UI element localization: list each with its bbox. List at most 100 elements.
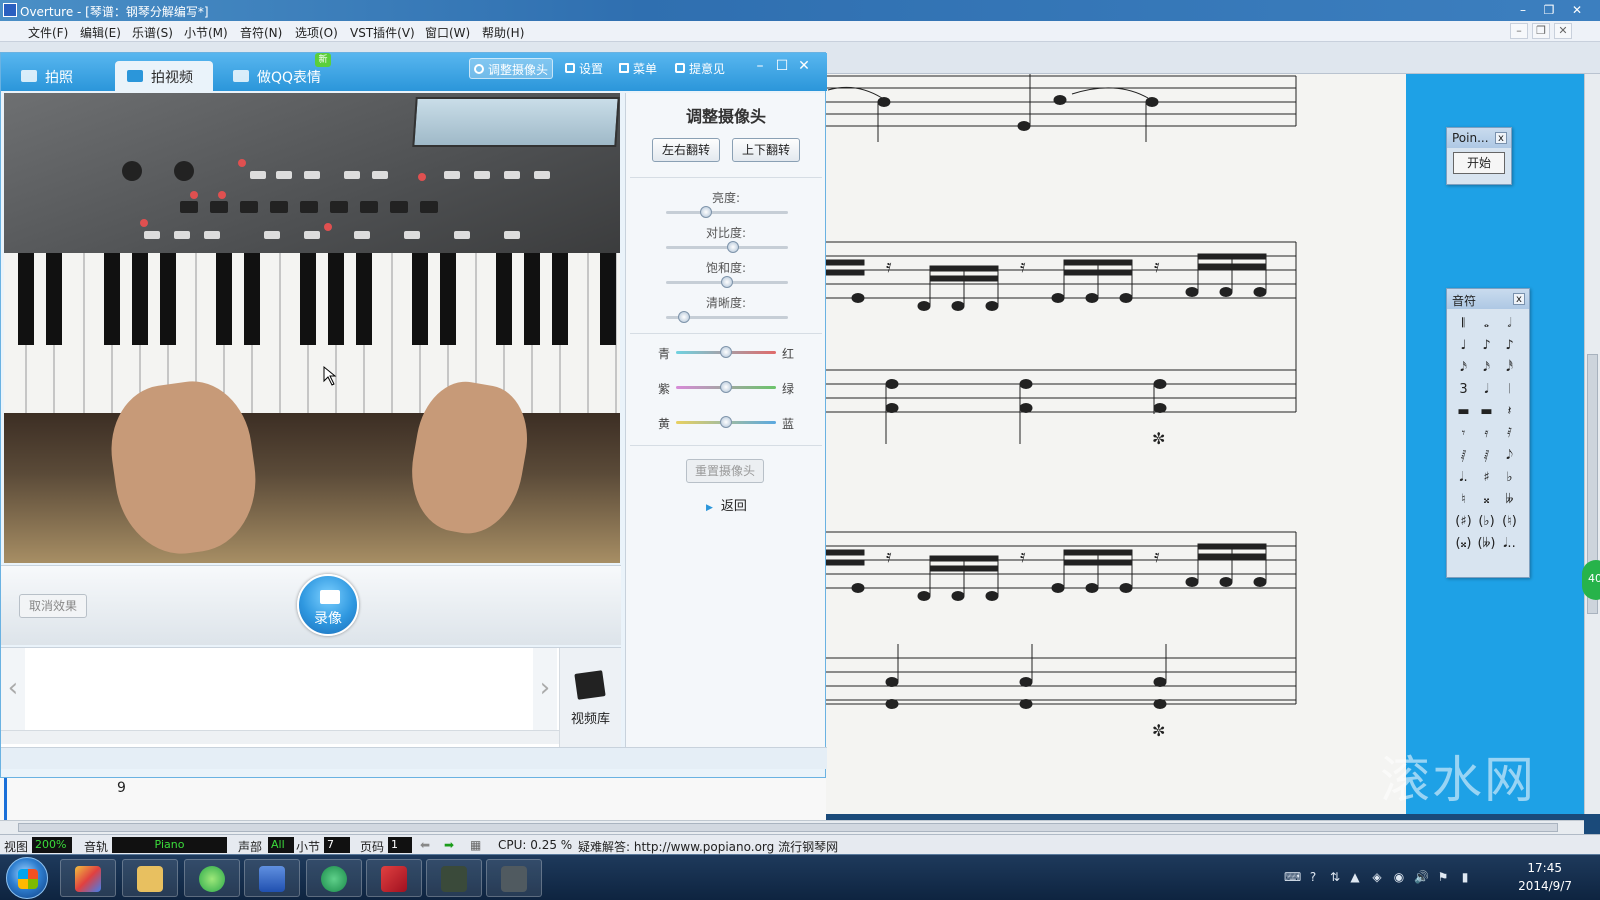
vertical-scrollbar[interactable]	[1584, 74, 1600, 814]
note-symbol-30[interactable]: (𝄪)	[1452, 533, 1475, 555]
menu-options[interactable]: 选项(O)	[295, 24, 338, 41]
note-symbol-29[interactable]: (♮)	[1498, 511, 1521, 533]
hscroll-thumb[interactable]	[18, 823, 1558, 832]
note-symbol-28[interactable]: (♭)	[1475, 511, 1498, 533]
note-symbol-24[interactable]: ♮	[1452, 489, 1475, 511]
page-field[interactable]: 1	[388, 837, 412, 853]
prev-page-icon[interactable]: ⬅	[420, 838, 430, 852]
zoom-select[interactable]: 200%	[32, 837, 72, 853]
note-symbol-11[interactable]: 𝄀	[1498, 379, 1521, 401]
record-button[interactable]: 录像	[297, 574, 359, 636]
note-symbol-19[interactable]: 𝅁	[1475, 445, 1498, 467]
clock-time[interactable]: 17:45	[1527, 861, 1562, 875]
qq-maximize-button[interactable]: ☐	[773, 57, 791, 75]
note-symbol-6[interactable]: 𝅘𝅥𝅯	[1452, 357, 1475, 379]
mdi-restore-button[interactable]: ❐	[1532, 23, 1550, 39]
close-button[interactable]: ✕	[1566, 2, 1588, 18]
feedback-button[interactable]: 提意见	[671, 58, 729, 79]
horizontal-scrollbar[interactable]	[0, 820, 1584, 834]
video-library-button[interactable]: 视频库	[559, 648, 621, 748]
note-symbol-13[interactable]: ▬	[1475, 401, 1498, 423]
note-symbol-8[interactable]: 𝅘𝅥𝅰	[1498, 357, 1521, 379]
note-symbol-26[interactable]: 𝄫	[1498, 489, 1521, 511]
brightness-knob[interactable]	[700, 206, 713, 218]
menu-help[interactable]: 帮助(H)	[482, 24, 524, 41]
taskbar-explorer[interactable]	[122, 859, 178, 897]
menu-score[interactable]: 乐谱(S)	[132, 24, 173, 41]
menu-vst[interactable]: VST插件(V)	[350, 24, 415, 41]
note-symbol-3[interactable]: ♩	[1452, 335, 1475, 357]
minimize-button[interactable]: –	[1512, 2, 1534, 18]
taskbar-overture[interactable]	[244, 859, 300, 897]
flip-vertical-button[interactable]: 上下翻转	[732, 138, 800, 162]
mdi-minimize-button[interactable]: –	[1510, 23, 1528, 39]
cyan-red-knob[interactable]	[720, 346, 732, 358]
qq-minimize-button[interactable]: –	[751, 57, 769, 75]
note-symbol-21[interactable]: 𝅘𝅥.	[1452, 467, 1475, 489]
next-page-icon[interactable]: ➡	[444, 838, 454, 852]
measure-field[interactable]: 7	[324, 837, 350, 853]
note-symbol-1[interactable]: 𝅝	[1475, 313, 1498, 335]
shield-icon[interactable]: ◈	[1370, 870, 1384, 884]
taskbar-paint[interactable]	[60, 859, 116, 897]
point-start-button[interactable]: 开始	[1453, 152, 1505, 174]
note-symbol-2[interactable]: 𝅗𝅥	[1498, 313, 1521, 335]
note-symbol-10[interactable]: 𝅘𝅥	[1475, 379, 1498, 401]
taskbar-browser[interactable]	[184, 859, 240, 897]
grid-icon[interactable]: ▦	[470, 838, 481, 852]
side-badge[interactable]: 40	[1582, 560, 1600, 600]
menu-edit[interactable]: 编辑(E)	[80, 24, 121, 41]
note-symbol-27[interactable]: (♯)	[1452, 511, 1475, 533]
menu-file[interactable]: 文件(F)	[28, 24, 68, 41]
note-symbol-32[interactable]: 𝅘𝅥..	[1498, 533, 1521, 555]
note-symbol-7[interactable]: 𝅘𝅥𝅯	[1475, 357, 1498, 379]
ime-icon[interactable]: ◉	[1392, 870, 1406, 884]
note-symbol-18[interactable]: 𝅁	[1452, 445, 1475, 467]
taskbar-camera[interactable]	[306, 859, 362, 897]
thumbs-next-button[interactable]: ›	[533, 648, 557, 730]
note-symbol-25[interactable]: 𝄪	[1475, 489, 1498, 511]
note-symbol-22[interactable]: ♯	[1475, 467, 1498, 489]
note-symbol-12[interactable]: ▬	[1452, 401, 1475, 423]
note-symbol-17[interactable]: 𝅀	[1498, 423, 1521, 445]
taskbar-app-7[interactable]	[426, 859, 482, 897]
maximize-button[interactable]: ❐	[1538, 2, 1560, 18]
adjust-camera-button[interactable]: 调整摄像头	[469, 58, 554, 79]
saturation-knob[interactable]	[721, 276, 733, 288]
note-symbol-23[interactable]: ♭	[1498, 467, 1521, 489]
track-select[interactable]: Piano	[112, 837, 227, 853]
note-symbol-31[interactable]: (𝄫)	[1475, 533, 1498, 555]
help-icon[interactable]: ?	[1306, 870, 1320, 884]
note-symbol-16[interactable]: 𝄿	[1475, 423, 1498, 445]
network-icon[interactable]: ⇅	[1328, 870, 1342, 884]
point-palette-close-button[interactable]: x	[1495, 132, 1507, 144]
keyboard-icon[interactable]: ⌨	[1284, 870, 1301, 884]
menu-measure[interactable]: 小节(M)	[184, 24, 228, 41]
score-page[interactable]: 𝄿 𝄿 𝄿 ✼ 𝄿 𝄿 𝄿 ✼	[825, 74, 1406, 814]
note-symbol-15[interactable]: 𝄾	[1452, 423, 1475, 445]
qq-close-button[interactable]: ✕	[795, 57, 813, 75]
note-symbol-5[interactable]: ♪	[1498, 335, 1521, 357]
contrast-knob[interactable]	[727, 241, 740, 253]
back-link[interactable]: ▶ 返回	[706, 495, 747, 514]
note-symbol-20[interactable]: 𝅘𝅥𝅮	[1498, 445, 1521, 467]
menu-window[interactable]: 窗口(W)	[425, 24, 470, 41]
tray-expand-icon[interactable]: ▲	[1348, 870, 1362, 884]
voice-select[interactable]: All	[268, 837, 294, 853]
yellow-blue-knob[interactable]	[720, 416, 732, 428]
flip-horizontal-button[interactable]: 左右翻转	[652, 138, 720, 162]
notes-palette-close-button[interactable]: x	[1513, 293, 1525, 305]
menu-button[interactable]: 菜单	[615, 58, 661, 79]
cancel-effect-button[interactable]: 取消效果	[19, 594, 87, 618]
clock-date[interactable]: 2014/9/7	[1518, 879, 1572, 893]
brightness-slider[interactable]	[666, 211, 788, 214]
taskbar-media[interactable]	[366, 859, 422, 897]
tab-video[interactable]: 拍视频	[115, 61, 213, 91]
note-symbol-14[interactable]: 𝄽	[1498, 401, 1521, 423]
signal-icon[interactable]: ▮	[1458, 870, 1472, 884]
menu-note[interactable]: 音符(N)	[240, 24, 282, 41]
mdi-close-button[interactable]: ✕	[1554, 23, 1572, 39]
sharpness-knob[interactable]	[678, 311, 691, 323]
reset-camera-button[interactable]: 重置摄像头	[686, 459, 764, 483]
note-symbol-4[interactable]: ♪	[1475, 335, 1498, 357]
